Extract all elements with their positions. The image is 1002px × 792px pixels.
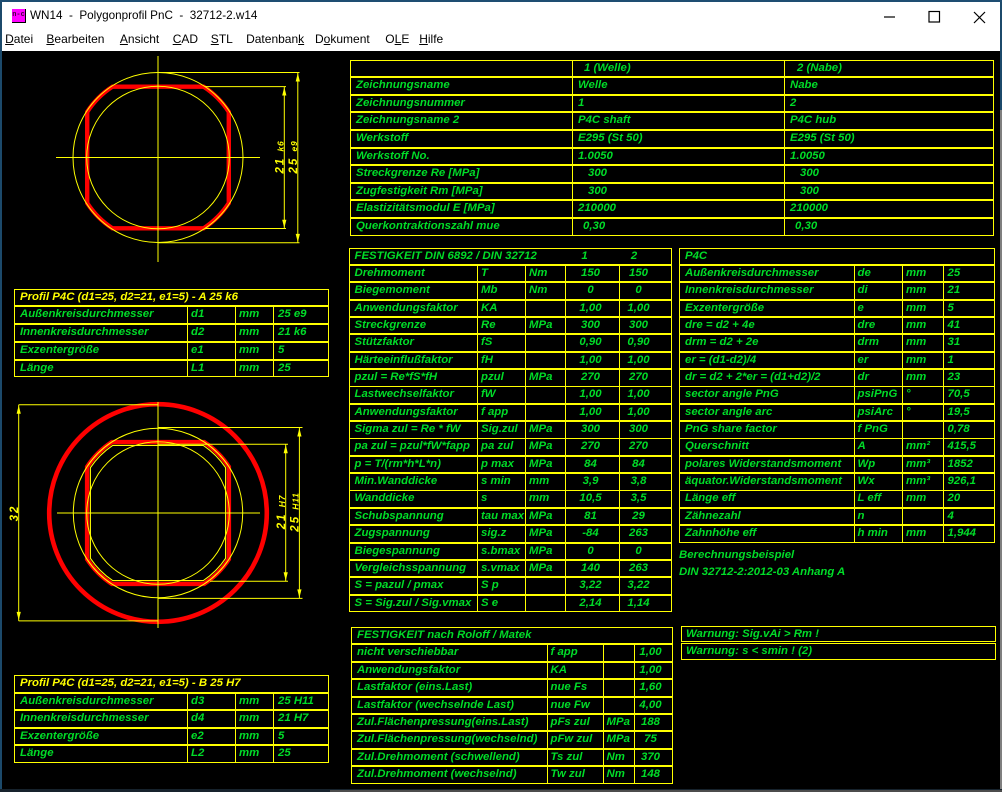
svg-text:32: 32 [9, 505, 21, 522]
svg-text:25 e9: 25 e9 [288, 140, 300, 174]
svg-text:21 H7: 21 H7 [276, 494, 288, 530]
svg-text:21 k6: 21 k6 [275, 140, 287, 174]
svg-text:25 H11: 25 H11 [290, 492, 302, 532]
